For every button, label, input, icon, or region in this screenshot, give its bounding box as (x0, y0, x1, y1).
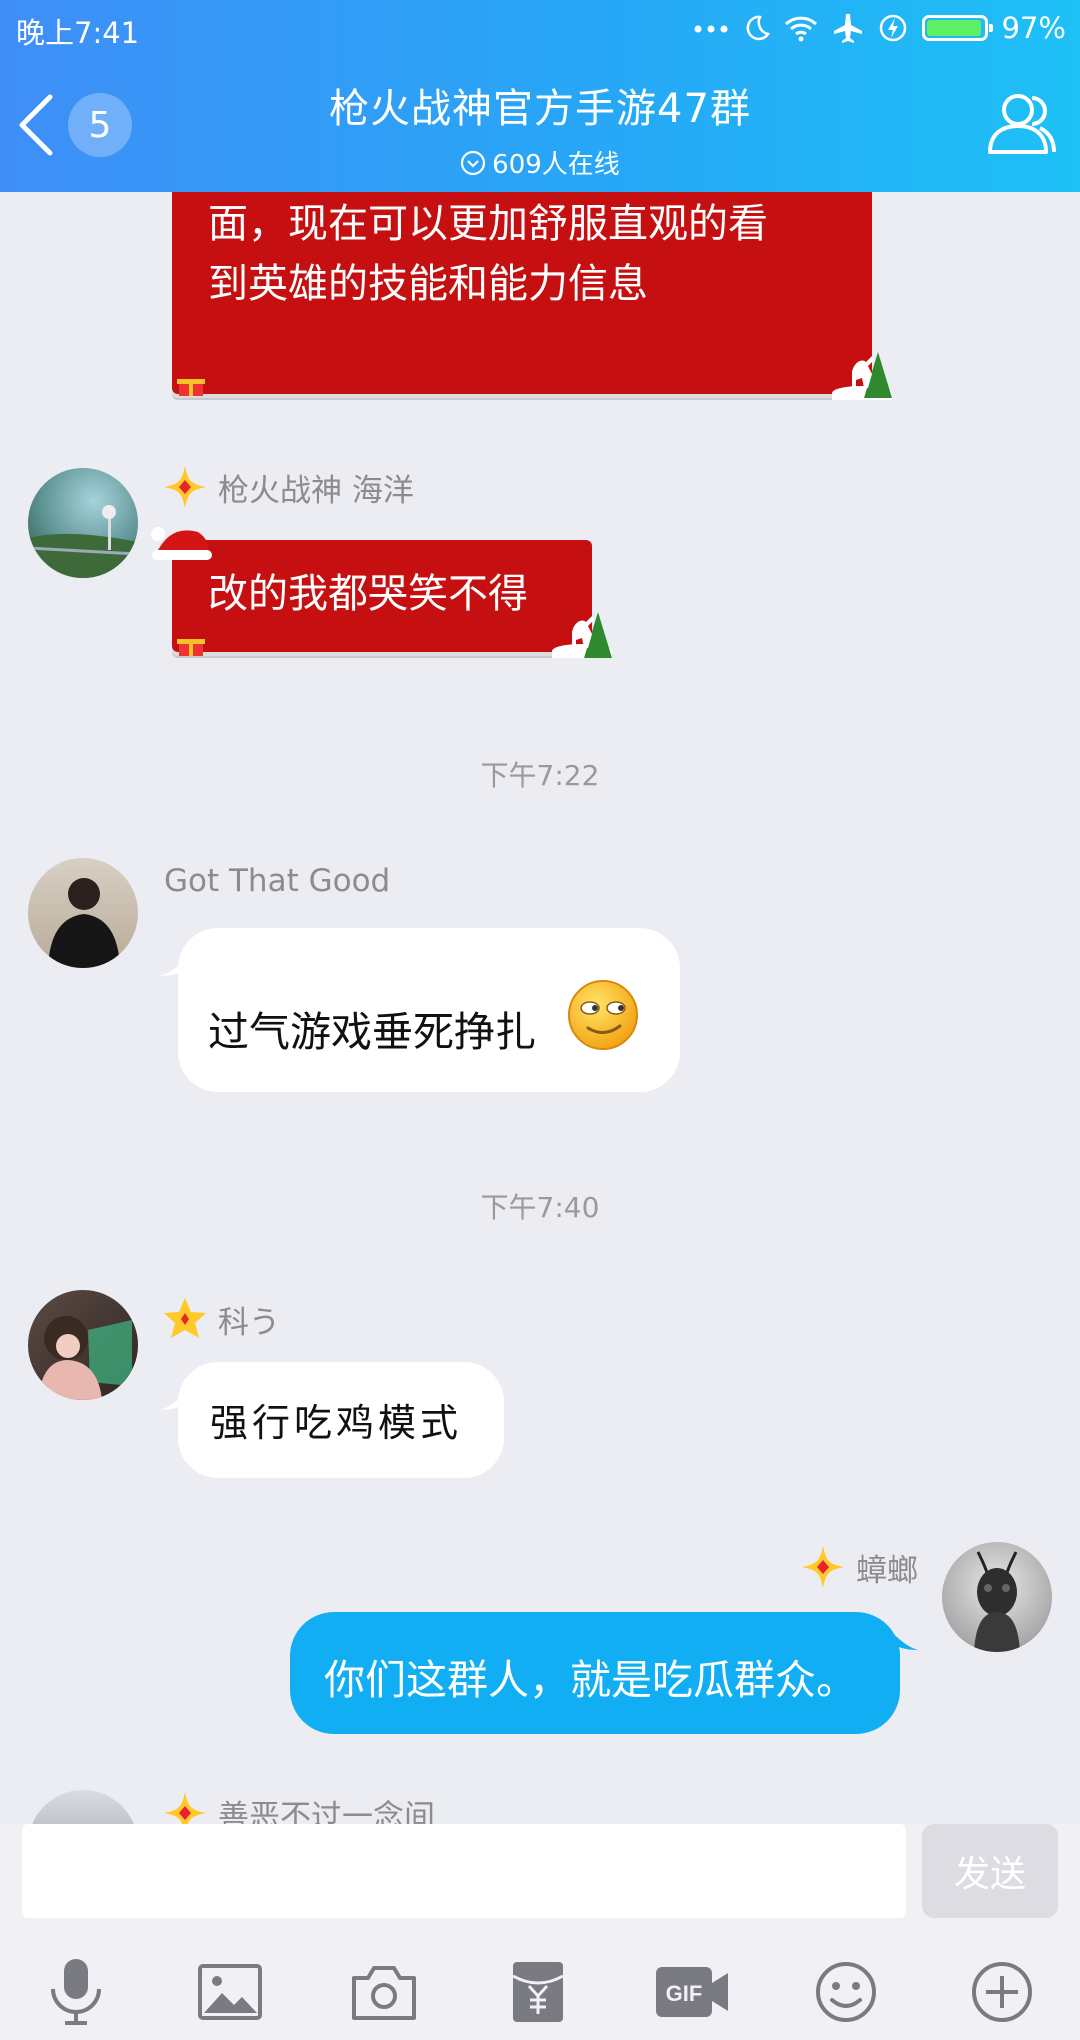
status-icons: 97% (694, 8, 1066, 48)
message-text: 到英雄的技能和能力信息 (208, 261, 648, 307)
message-text: 面，现在可以更加舒服直观的看 (208, 201, 768, 247)
group-members-icon[interactable] (982, 86, 1058, 162)
sender-name: 蟑螂 (856, 1552, 918, 1589)
bubble-tail (160, 1388, 190, 1410)
bubble-tail (160, 954, 190, 976)
avatar-image (974, 1551, 1020, 1652)
sender-name: 枪火战神 海洋 (218, 472, 414, 509)
online-indicator: 609人在线 (200, 144, 880, 181)
moon-icon (742, 14, 770, 42)
online-count: 609人在线 (492, 150, 620, 180)
image-icon (198, 1964, 262, 2020)
sender-row: 蟑螂 (800, 1542, 918, 1592)
member-star-icon (164, 1298, 206, 1338)
battery-icon (921, 15, 993, 41)
composer: 发送 GIF (0, 1824, 1080, 2040)
image-button[interactable] (190, 1952, 270, 2032)
airplane-icon (832, 12, 864, 44)
chevron-circle-down-icon (461, 150, 486, 175)
svg-text:GIF: GIF (666, 1981, 703, 2006)
status-bar: 晚上7:41 97% (0, 0, 1080, 56)
message-text: 过气游戏垂死挣扎 (208, 1008, 536, 1056)
message-text: 改的我都哭笑不得 (208, 571, 528, 617)
more-dots-icon (694, 23, 728, 33)
sender-name: Got That Good (164, 863, 391, 899)
sender-row: 善恶不过一念间 (162, 1790, 435, 1824)
charging-icon (878, 13, 908, 43)
reindeer-tree-icon (852, 352, 892, 398)
battery-level (926, 20, 981, 36)
microphone-icon (51, 1959, 101, 2025)
camera-button[interactable] (344, 1952, 424, 2032)
message-bubble[interactable]: 过气游戏垂死挣扎 (160, 928, 680, 1092)
red-packet-icon (512, 1962, 564, 2022)
sender-name: 科う (218, 1304, 280, 1341)
avatar[interactable] (942, 1542, 1052, 1652)
avatar-image (48, 878, 120, 968)
group-title: 枪火战神官方手游47群 (329, 86, 751, 132)
sender-name: 善恶不过一念间 (218, 1798, 435, 1825)
header-title-area[interactable]: 枪火战神官方手游47群 609人在线 (200, 76, 880, 181)
avatar-image (38, 1316, 132, 1400)
member-level-icon (164, 1792, 206, 1824)
chat-header: 晚上7:41 97% 5 枪火战神官方手游47群 609人在线 (0, 0, 1080, 192)
avatar[interactable] (28, 1790, 138, 1824)
voice-button[interactable] (36, 1952, 116, 2032)
message-list[interactable]: 面，现在可以更加舒服直观的看 到英雄的技能和能力信息 枪火战神 海洋 改的我都哭… (0, 192, 1080, 1824)
wifi-icon (784, 14, 818, 42)
avatar[interactable] (28, 858, 138, 968)
avatar-image (28, 505, 138, 578)
camera-icon (352, 1966, 416, 2020)
plus-icon (972, 1962, 1032, 2022)
smirk-emoji-icon (568, 980, 638, 1050)
bubble-tail (888, 1628, 918, 1650)
message-text: 你们这群人，就是吃瓜群众。 (324, 1656, 857, 1704)
message-bubble[interactable]: 强行吃鸡模式 (160, 1362, 504, 1478)
back-button[interactable]: 5 (14, 88, 164, 162)
message-bubble[interactable]: 改的我都哭笑不得 (151, 527, 612, 658)
avatar[interactable] (28, 468, 138, 578)
gift-icon (177, 379, 205, 396)
timestamp: 下午7:22 (480, 759, 600, 792)
gif-icon: GIF (656, 1967, 728, 2017)
message-input[interactable] (22, 1824, 906, 1918)
message-row-partial: 善恶不过一念间 (0, 1790, 1080, 1824)
member-level-icon (802, 1546, 844, 1588)
sender-row: Got That Good (164, 856, 390, 906)
composer-toolbar: GIF (0, 1952, 1080, 2032)
reindeer-tree-icon (572, 612, 612, 658)
message-text: 强行吃鸡模式 (210, 1401, 463, 1445)
send-button[interactable]: 发送 (922, 1824, 1058, 1918)
red-packet-button[interactable] (498, 1952, 578, 2032)
sender-row: 科う (162, 1294, 280, 1344)
sender-row: 枪火战神 海洋 (162, 462, 414, 512)
chevron-left-icon (19, 94, 53, 156)
battery-percent: 97% (1001, 11, 1066, 45)
more-button[interactable] (962, 1952, 1042, 2032)
santa-hat-icon (151, 527, 212, 560)
emoji-button[interactable] (806, 1952, 886, 2032)
gift-icon (177, 639, 205, 656)
gif-button[interactable]: GIF (652, 1952, 732, 2032)
avatar[interactable] (28, 1290, 138, 1400)
emoji-icon (816, 1962, 876, 2022)
status-time: 晚上7:41 (16, 16, 140, 50)
message-bubble[interactable]: 你们这群人，就是吃瓜群众。 (290, 1612, 918, 1734)
member-level-icon (164, 466, 206, 508)
unread-badge: 5 (68, 93, 132, 157)
timestamp: 下午7:40 (480, 1191, 600, 1224)
message-bubble[interactable]: 面，现在可以更加舒服直观的看 到英雄的技能和能力信息 (172, 192, 892, 400)
